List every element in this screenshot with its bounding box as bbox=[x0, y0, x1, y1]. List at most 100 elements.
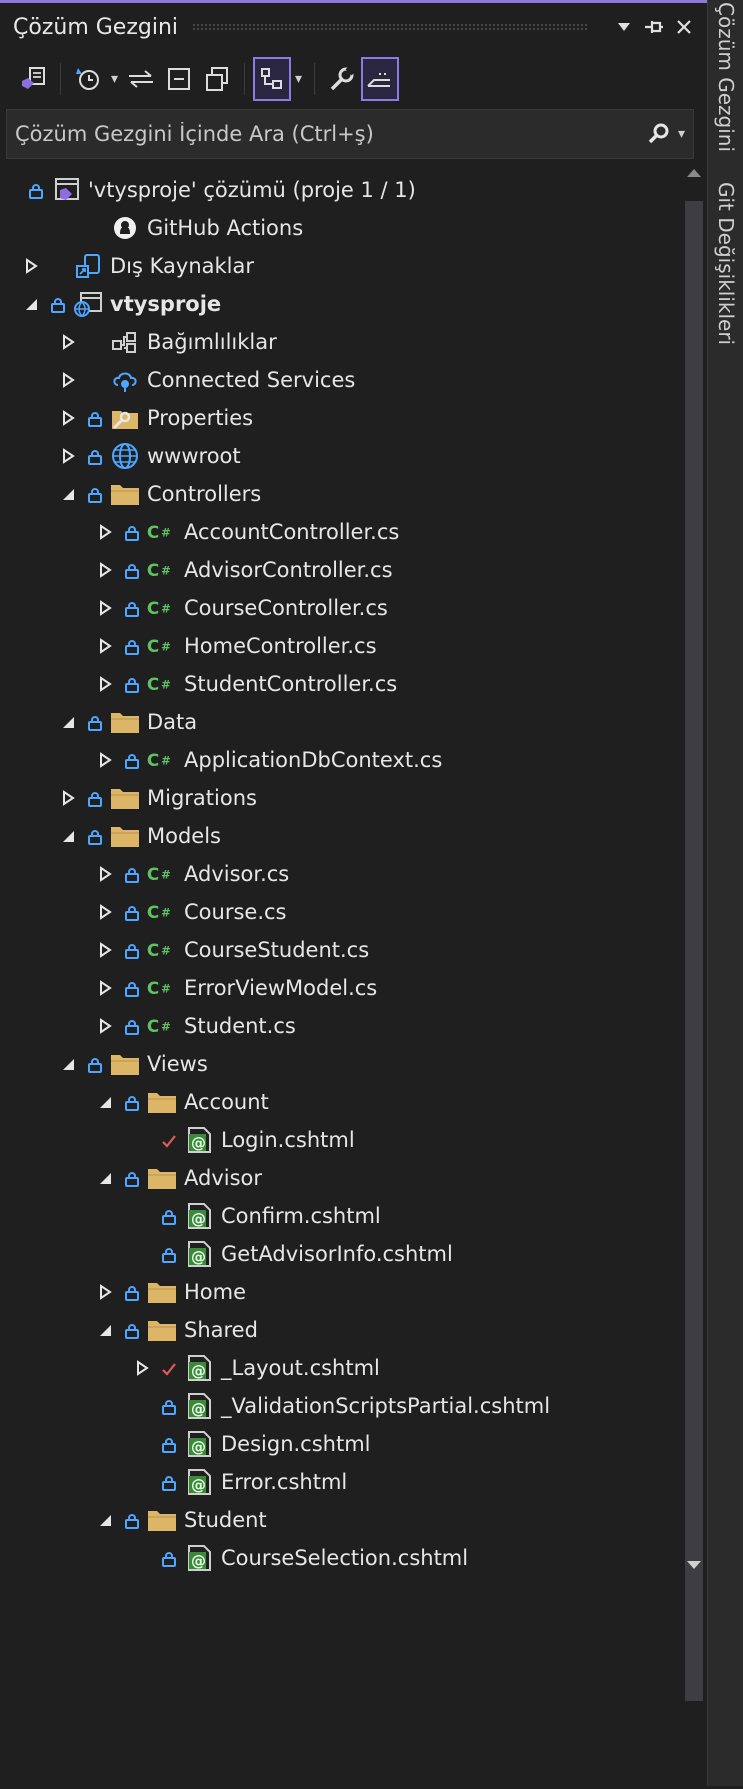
tree-item[interactable]: Properties bbox=[57, 399, 253, 437]
expand-arrow-icon[interactable] bbox=[94, 749, 116, 771]
history-icon[interactable] bbox=[69, 57, 107, 101]
tree-item[interactable]: @ _Layout.cshtml bbox=[131, 1349, 380, 1387]
tree-item[interactable]: C # ApplicationDbContext.cs bbox=[94, 741, 442, 779]
expand-arrow-icon[interactable] bbox=[94, 673, 116, 695]
tree-item[interactable]: Connected Services bbox=[57, 361, 355, 399]
lock-icon bbox=[87, 713, 103, 731]
tree-item[interactable]: C # Advisor.cs bbox=[94, 855, 289, 893]
folder-icon bbox=[146, 1315, 178, 1345]
pin-icon[interactable] bbox=[639, 12, 669, 42]
dropdown-icon[interactable] bbox=[609, 12, 639, 42]
tree-item[interactable]: @ CourseSelection.cshtml bbox=[131, 1539, 468, 1577]
tree-item[interactable]: C # CourseStudent.cs bbox=[94, 931, 369, 969]
tree-item[interactable]: 'vtysproje' çözümü (proje 1 / 1) bbox=[20, 171, 416, 209]
search-input[interactable] bbox=[7, 121, 644, 147]
expand-arrow-icon[interactable] bbox=[94, 559, 116, 581]
tree-item[interactable]: C # Course.cs bbox=[94, 893, 286, 931]
collapse-arrow-icon[interactable] bbox=[94, 1091, 116, 1113]
tree-item[interactable]: C # StudentController.cs bbox=[94, 665, 397, 703]
tree-item[interactable]: @ _ValidationScriptsPartial.cshtml bbox=[131, 1387, 550, 1425]
tree-item-label: Login.cshtml bbox=[221, 1128, 355, 1152]
search-box: ▾ bbox=[6, 109, 694, 159]
vertical-scrollbar[interactable] bbox=[681, 163, 707, 1789]
tree-item[interactable]: @ Confirm.cshtml bbox=[131, 1197, 381, 1235]
tree-item[interactable]: C # AdvisorController.cs bbox=[94, 551, 393, 589]
sync-icon[interactable] bbox=[122, 57, 160, 101]
collapse-arrow-icon[interactable] bbox=[57, 825, 79, 847]
tree-item[interactable]: wwwroot bbox=[57, 437, 241, 475]
tree-item[interactable]: Migrations bbox=[57, 779, 257, 817]
side-tab-git-changes[interactable]: Git Değişiklikleri bbox=[714, 182, 738, 345]
pending-changes-filter-icon[interactable] bbox=[361, 57, 400, 101]
solution-icon bbox=[50, 175, 82, 205]
title-grip[interactable] bbox=[192, 23, 589, 31]
tree-item[interactable]: Home bbox=[94, 1273, 246, 1311]
expand-arrow-icon[interactable] bbox=[57, 331, 79, 353]
svg-text:C: C bbox=[147, 864, 159, 884]
tree-item[interactable]: Account bbox=[94, 1083, 269, 1121]
search-options-dropdown-icon[interactable]: ▾ bbox=[678, 126, 685, 142]
tree-item[interactable]: @ Login.cshtml bbox=[131, 1121, 355, 1159]
scrollbar-thumb[interactable] bbox=[685, 201, 703, 1701]
lock-icon bbox=[87, 1055, 103, 1073]
tree-item[interactable]: C # HomeController.cs bbox=[94, 627, 377, 665]
expand-arrow-icon[interactable] bbox=[57, 787, 79, 809]
collapse-arrow-icon[interactable] bbox=[94, 1509, 116, 1531]
expand-arrow-icon[interactable] bbox=[94, 521, 116, 543]
tree-item[interactable]: Views bbox=[57, 1045, 208, 1083]
expand-arrow-icon[interactable] bbox=[94, 939, 116, 961]
collapse-all-icon[interactable] bbox=[160, 57, 198, 101]
tree-item[interactable]: Data bbox=[57, 703, 197, 741]
tree-item[interactable]: Dış Kaynaklar bbox=[20, 247, 254, 285]
expand-arrow-icon[interactable] bbox=[94, 635, 116, 657]
history-dropdown-icon[interactable]: ▾ bbox=[111, 71, 118, 87]
expand-arrow-icon[interactable] bbox=[94, 901, 116, 923]
properties-icon[interactable] bbox=[323, 57, 361, 101]
collapse-arrow-icon[interactable] bbox=[20, 293, 42, 315]
expand-arrow-icon[interactable] bbox=[94, 597, 116, 619]
collapse-arrow-icon[interactable] bbox=[57, 711, 79, 733]
tree-item[interactable]: Advisor bbox=[94, 1159, 262, 1197]
connected-services-icon bbox=[109, 365, 141, 395]
tree-item[interactable]: C # ErrorViewModel.cs bbox=[94, 969, 377, 1007]
tree-item-label: ErrorViewModel.cs bbox=[184, 976, 378, 1000]
scroll-down-icon[interactable] bbox=[686, 1559, 702, 1571]
tree-item[interactable]: C # Student.cs bbox=[94, 1007, 296, 1045]
collapse-arrow-icon[interactable] bbox=[57, 483, 79, 505]
collapse-arrow-icon[interactable] bbox=[94, 1167, 116, 1189]
expand-arrow-icon[interactable] bbox=[20, 255, 42, 277]
expand-arrow-icon[interactable] bbox=[94, 1015, 116, 1037]
preview-dropdown-icon[interactable]: ▾ bbox=[295, 71, 302, 87]
tree-item[interactable]: @ GetAdvisorInfo.cshtml bbox=[131, 1235, 453, 1273]
tree-item[interactable]: Bağımlılıklar bbox=[57, 323, 277, 361]
search-icon[interactable] bbox=[644, 119, 674, 149]
tree-item[interactable]: Models bbox=[57, 817, 221, 855]
side-tab-solution-explorer[interactable]: Çözüm Gezgini bbox=[714, 2, 738, 152]
tree-item[interactable]: vtysproje bbox=[20, 285, 221, 323]
tree-item[interactable]: @ Error.cshtml bbox=[131, 1463, 347, 1501]
tree-item[interactable]: GitHub Actions bbox=[57, 209, 303, 247]
expand-arrow-icon[interactable] bbox=[57, 445, 79, 467]
tree-item[interactable]: Controllers bbox=[57, 475, 261, 513]
collapse-arrow-icon[interactable] bbox=[94, 1319, 116, 1341]
preview-icon[interactable] bbox=[253, 57, 292, 101]
close-icon[interactable] bbox=[669, 12, 699, 42]
expand-arrow-icon[interactable] bbox=[94, 977, 116, 999]
show-all-files-icon[interactable] bbox=[198, 57, 236, 101]
switch-views-icon[interactable] bbox=[14, 57, 52, 101]
expand-arrow-icon[interactable] bbox=[94, 863, 116, 885]
tree-item[interactable]: Student bbox=[94, 1501, 267, 1539]
tree-item[interactable]: C # CourseController.cs bbox=[94, 589, 388, 627]
tree-item[interactable]: Shared bbox=[94, 1311, 258, 1349]
expand-arrow-icon[interactable] bbox=[131, 1357, 153, 1379]
collapse-arrow-icon[interactable] bbox=[57, 1053, 79, 1075]
expand-arrow-icon[interactable] bbox=[57, 369, 79, 391]
tree-item[interactable]: @ Design.cshtml bbox=[131, 1425, 371, 1463]
expand-arrow-icon[interactable] bbox=[94, 1281, 116, 1303]
svg-text:#: # bbox=[161, 563, 171, 577]
tree-item[interactable]: C # AccountController.cs bbox=[94, 513, 399, 551]
scroll-up-icon[interactable] bbox=[686, 167, 702, 179]
expand-arrow-icon[interactable] bbox=[57, 407, 79, 429]
svg-text:C: C bbox=[147, 560, 159, 580]
